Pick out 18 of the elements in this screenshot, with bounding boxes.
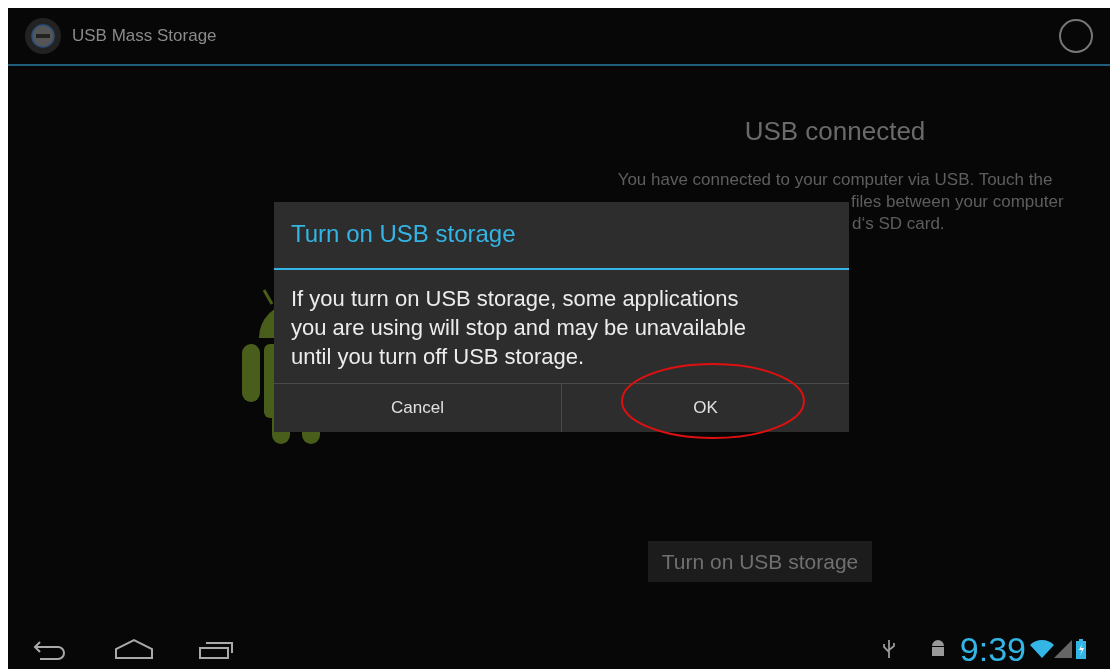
dialog-title: Turn on USB storage <box>274 202 849 270</box>
description-text: You have connected to your computer via USB. Touch the <box>617 169 1053 191</box>
clock-time: 9:39 <box>959 632 1026 666</box>
wifi-icon <box>1030 639 1054 659</box>
description-text: d‘s SD card. <box>852 213 946 235</box>
app-title: USB Mass Storage <box>72 25 217 48</box>
dialog-button[interactable]: OK <box>561 384 849 432</box>
description-text: files between your computer <box>851 191 1065 213</box>
signal-icon <box>1054 640 1072 658</box>
usb-connected-heading: USB connected <box>744 115 926 148</box>
battery-charging-icon <box>1076 639 1086 659</box>
app-icon <box>24 17 62 55</box>
back-icon[interactable] <box>32 638 68 660</box>
progress-spinner-icon <box>1058 18 1094 54</box>
home-icon[interactable] <box>114 638 154 660</box>
usb-icon <box>881 638 896 660</box>
dialog-message: If you turn on USB storage, some applications you are using will stop and may be unavailable until you turn off USB storage. <box>290 285 747 371</box>
dialog-button[interactable]: Cancel <box>274 384 561 432</box>
